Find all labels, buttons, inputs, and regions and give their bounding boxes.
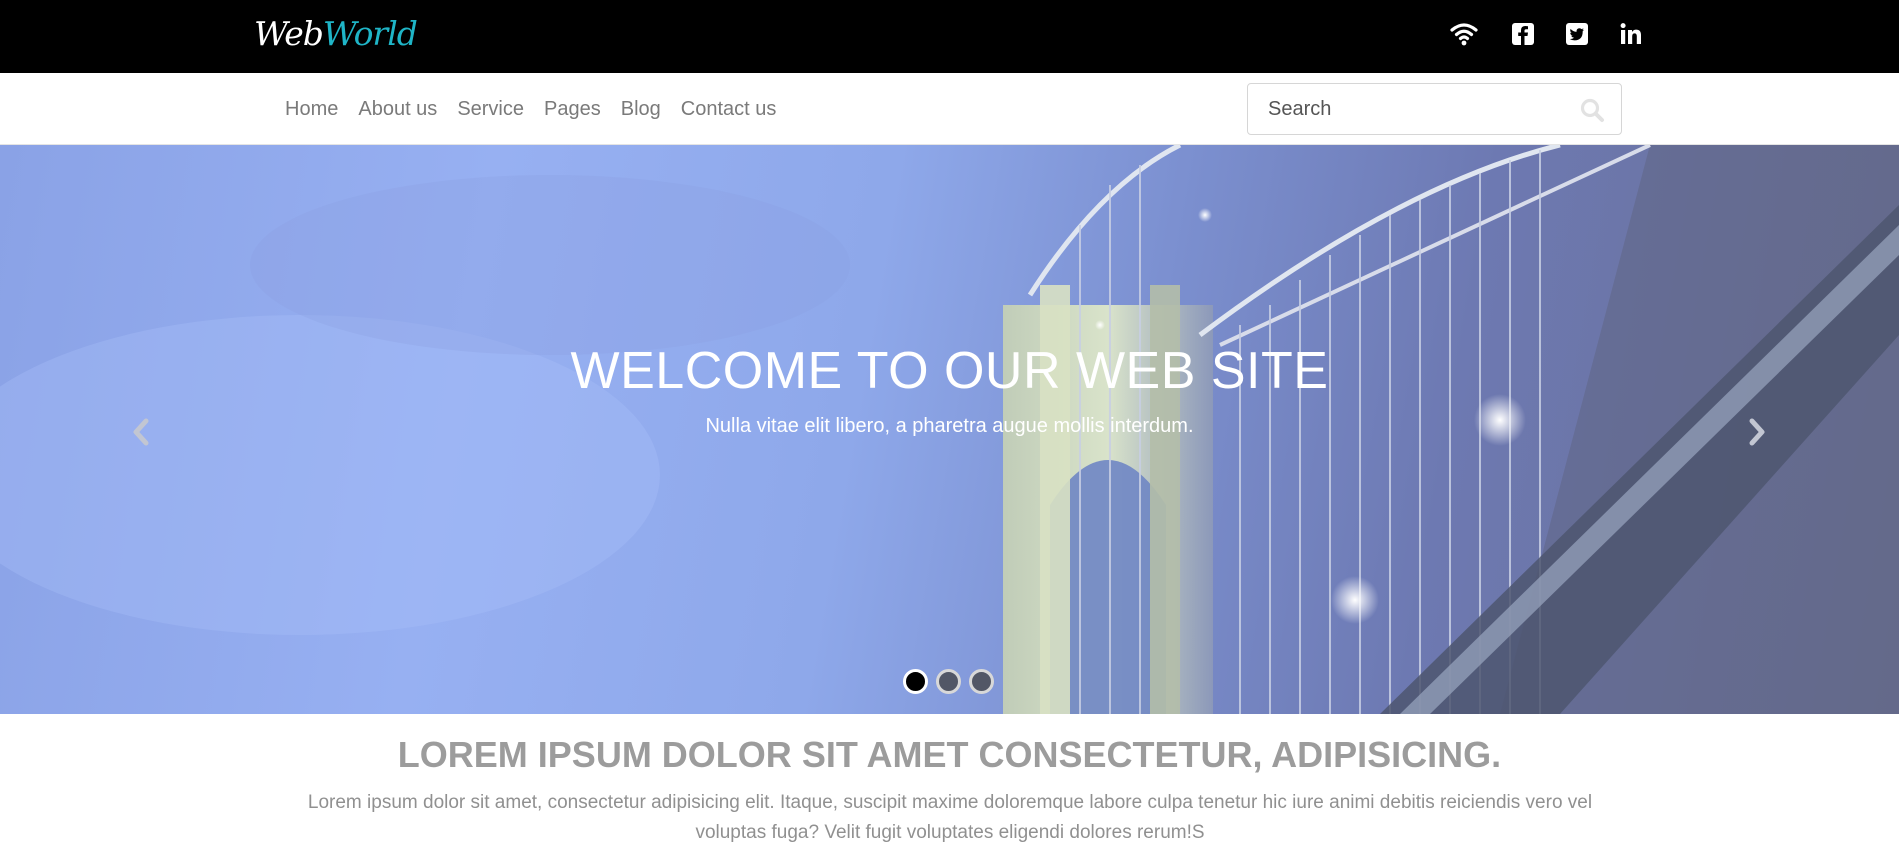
facebook-icon[interactable] [1509,20,1537,48]
logo-text-web: Web [254,14,324,53]
main-navbar: Home About us Service Pages Blog Contact… [0,73,1899,145]
hero-title: WELCOME TO OUR WEB SITE [570,342,1329,400]
search-icon[interactable] [1579,97,1605,123]
nav-item-service[interactable]: Service [447,98,534,121]
search-box [1247,83,1622,135]
wifi-icon[interactable] [1450,20,1478,48]
hero-subtitle: Nulla vitae elit libero, a pharetra augu… [705,415,1194,437]
intro-heading-bold: SIT AMET CONSECTETUR, [801,734,1263,775]
nav-item-pages[interactable]: Pages [534,98,611,121]
top-bar: WebWorld [0,0,1899,73]
carousel-prev-arrow-icon[interactable] [128,415,154,449]
nav-item-about-us[interactable]: About us [348,98,447,121]
intro-heading: LOREM IPSUM DOLOR SIT AMET CONSECTETUR, … [0,734,1899,776]
search-input[interactable] [1248,84,1568,134]
intro-section: LOREM IPSUM DOLOR SIT AMET CONSECTETUR, … [0,714,1899,861]
carousel-next-arrow-icon[interactable] [1744,415,1770,449]
logo-text-world: World [322,14,418,53]
intro-heading-part-2: ADIPISICING. [1271,734,1502,775]
nav-item-blog[interactable]: Blog [611,98,671,121]
site-logo[interactable]: WebWorld [254,14,418,53]
nav-item-contact-us[interactable]: Contact us [671,98,787,121]
carousel-indicator-3[interactable] [969,669,994,694]
intro-heading-part-1: LOREM IPSUM DOLOR [397,734,792,775]
linkedin-icon[interactable] [1617,20,1645,48]
intro-body-text: Lorem ipsum dolor sit amet, consectetur … [307,792,1593,843]
carousel-indicator-2[interactable] [936,669,961,694]
twitter-icon[interactable] [1563,20,1591,48]
nav-item-home[interactable]: Home [276,98,348,121]
carousel-indicator-1[interactable] [903,669,928,694]
hero-carousel: WELCOME TO OUR WEB SITE Nulla vitae elit… [0,145,1899,714]
carousel-indicators [903,669,994,694]
nav-menu: Home About us Service Pages Blog Contact… [276,73,786,145]
